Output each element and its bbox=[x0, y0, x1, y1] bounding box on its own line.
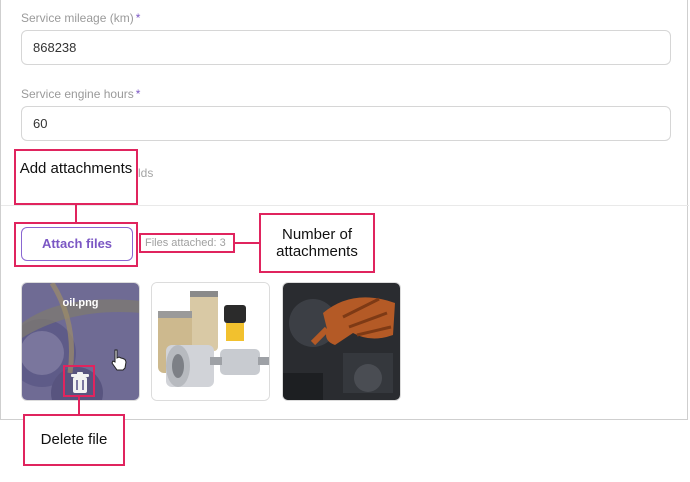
attachment-thumbnail-engine[interactable] bbox=[282, 282, 401, 401]
callout-delete-file: Delete file bbox=[23, 414, 125, 466]
engine-hours-input[interactable]: 60 bbox=[21, 106, 671, 141]
filters-image bbox=[152, 283, 269, 400]
required-asterisk: * bbox=[135, 87, 141, 101]
mileage-input[interactable]: 868238 bbox=[21, 30, 671, 65]
file-name: oil.png bbox=[62, 297, 99, 309]
attach-button-highlight bbox=[14, 222, 138, 267]
required-asterisk: * bbox=[135, 11, 141, 25]
engine-repair-image bbox=[283, 283, 400, 400]
callout-number-of-attachments: Number of attachments bbox=[259, 213, 375, 273]
callout-connector bbox=[75, 205, 77, 222]
engine-hours-label-text: Service engine hours bbox=[21, 87, 134, 101]
maintenance-form-panel: Service mileage (km) * 868238 Service eng… bbox=[0, 0, 689, 420]
callout-connector bbox=[78, 397, 80, 414]
files-count-highlight bbox=[139, 233, 235, 253]
extra-fields-link[interactable]: lds bbox=[138, 166, 153, 180]
mileage-label: Service mileage (km) * bbox=[21, 11, 140, 25]
delete-icon-highlight bbox=[63, 365, 95, 397]
attachment-thumbnail-filters[interactable] bbox=[151, 282, 270, 401]
callout-add-attachments: Add attachments bbox=[14, 149, 138, 205]
section-divider bbox=[1, 205, 689, 206]
mileage-label-text: Service mileage (km) bbox=[21, 11, 134, 25]
engine-hours-label: Service engine hours * bbox=[21, 87, 140, 101]
callout-connector bbox=[235, 242, 259, 244]
hand-pointer-icon bbox=[111, 349, 127, 371]
